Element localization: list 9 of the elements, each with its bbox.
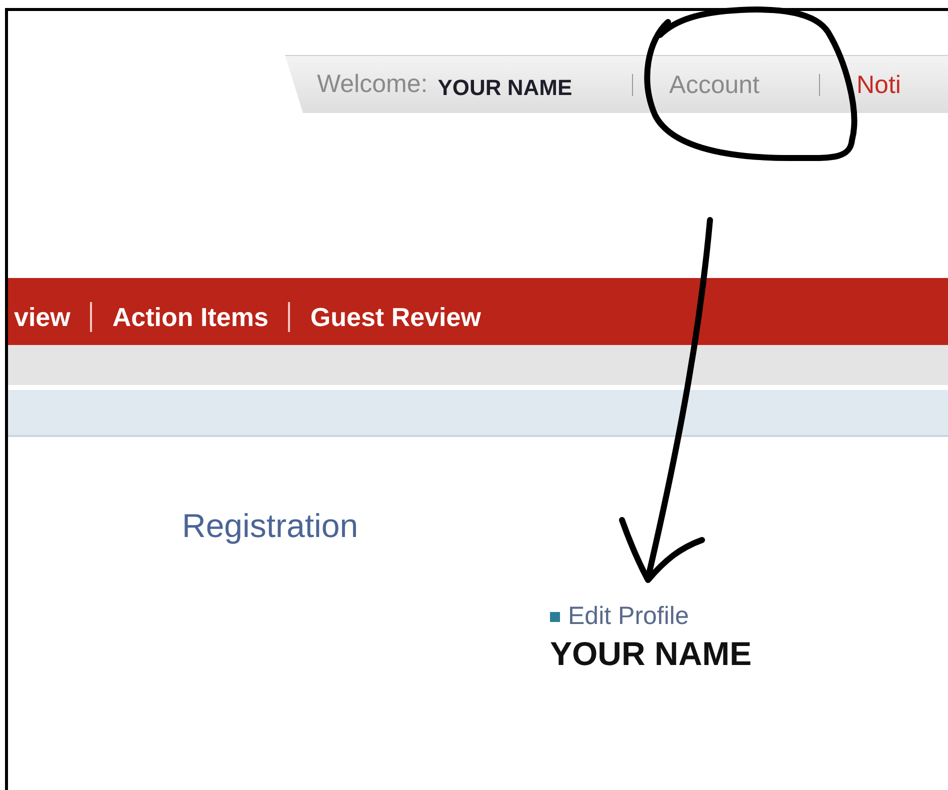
nav-link[interactable]: Action Items bbox=[90, 302, 288, 332]
user-name: YOUR NAME bbox=[438, 74, 572, 100]
welcome-label: Welcome: bbox=[317, 70, 428, 99]
nav-link[interactable]: view bbox=[8, 302, 90, 332]
profile-name: YOUR NAME bbox=[550, 635, 752, 673]
edit-profile-link[interactable]: Edit Profile bbox=[568, 602, 689, 631]
header-link[interactable]: Noti bbox=[819, 74, 901, 96]
page-title: Registration bbox=[182, 507, 358, 545]
nav-link[interactable]: Guest Review bbox=[288, 302, 501, 332]
